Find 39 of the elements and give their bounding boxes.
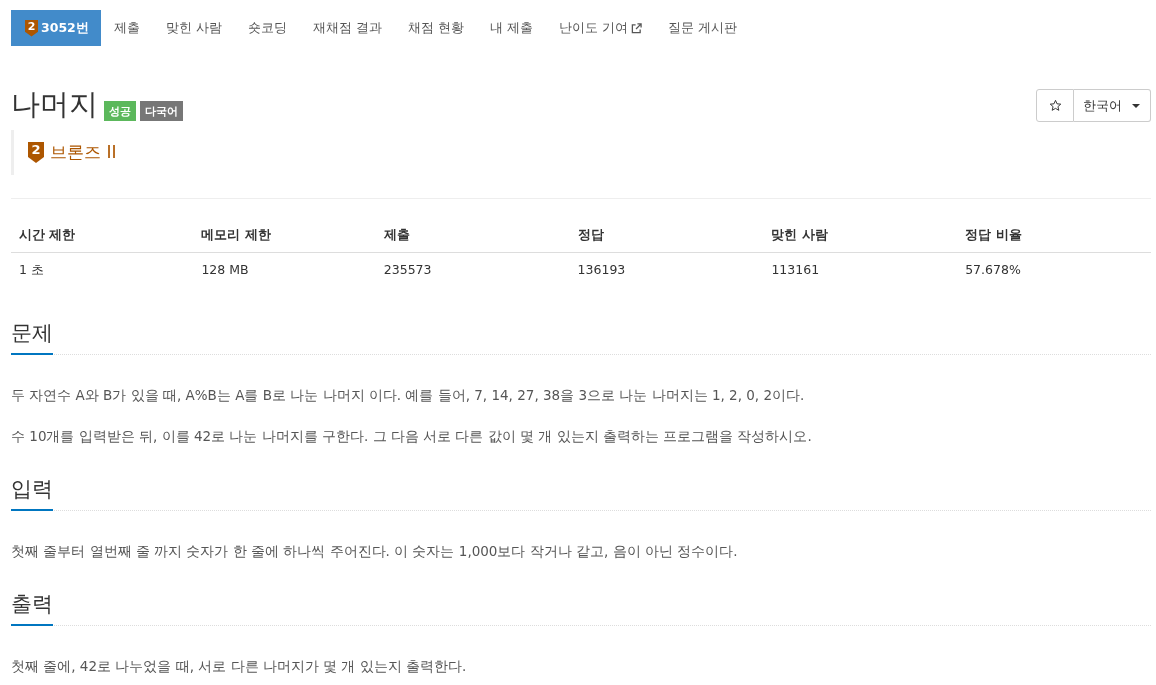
paragraph: 두 자연수 A와 B가 있을 때, A%B는 A를 B로 나눈 나머지 이다. 예를 들어, 7, 14, 27, 38을 3으로 나눈 나머지는 1, 2, 0, 2이다. [11, 386, 806, 405]
nav-tab[interactable]: 채점 현황 [394, 10, 477, 46]
nav-tab[interactable]: 질문 게시판 [654, 10, 750, 46]
nav-tab[interactable]: 제출 [100, 10, 153, 46]
external-link-icon [630, 22, 642, 34]
section-heading: 출력 [11, 591, 53, 626]
caret-icon [1132, 103, 1140, 108]
paragraph: 첫째 줄부터 열번째 줄 까지 숫자가 한 줄에 하나씩 주어진다. 이 숫자는 1,000보다 작거나 같고, 음이 아닌 정수이다. [11, 542, 739, 561]
favorite-button[interactable] [1036, 89, 1074, 122]
column-header: 제출 [375, 218, 570, 253]
table-cell: 57.678% [957, 252, 1151, 287]
nav-tab[interactable]: 재채점 결과 [299, 10, 395, 46]
nav-tab[interactable]: 내 제출 [476, 10, 546, 46]
column-header: 메모리 제한 [193, 218, 376, 253]
language-dropdown[interactable]: 한국어 [1074, 89, 1151, 122]
nav-tab[interactable]: 난이도 기여 [545, 10, 655, 46]
section-heading: 입력 [11, 476, 53, 511]
table-cell: 113161 [763, 252, 958, 287]
section-heading: 문제 [11, 320, 53, 355]
table-cell: 136193 [569, 252, 764, 287]
nav-tab[interactable]: 숏코딩 [234, 10, 300, 46]
table-cell: 128 MB [193, 252, 376, 287]
nav-tab[interactable]: 2 3052번 [11, 10, 101, 46]
column-header: 정답 비율 [957, 218, 1151, 253]
tier-name[interactable]: 브론즈 II [50, 141, 117, 164]
table-cell: 235573 [375, 252, 570, 287]
paragraph: 첫째 줄에, 42로 나누었을 때, 서로 다른 나머지가 몇 개 있는지 출력한다. [11, 657, 468, 676]
column-header: 정답 [569, 218, 764, 253]
tier-badge: 2 [25, 19, 38, 37]
table-cell: 1 초 [11, 252, 194, 287]
star-icon [1048, 99, 1062, 112]
problem-title: 나머지 [11, 87, 98, 121]
column-header: 시간 제한 [11, 218, 194, 253]
status-label: 다국어 [140, 101, 183, 121]
column-header: 맞힌 사람 [763, 218, 958, 253]
paragraph: 수 10개를 입력받은 뒤, 이를 42로 나눈 나머지를 구한다. 그 다음 서로 다른 값이 몇 개 있는지 출력하는 프로그램을 작성하시오. [11, 427, 813, 446]
status-label: 성공 [104, 101, 136, 121]
nav-tab[interactable]: 맞힌 사람 [152, 10, 235, 46]
tier-badge: 2 [28, 142, 44, 163]
